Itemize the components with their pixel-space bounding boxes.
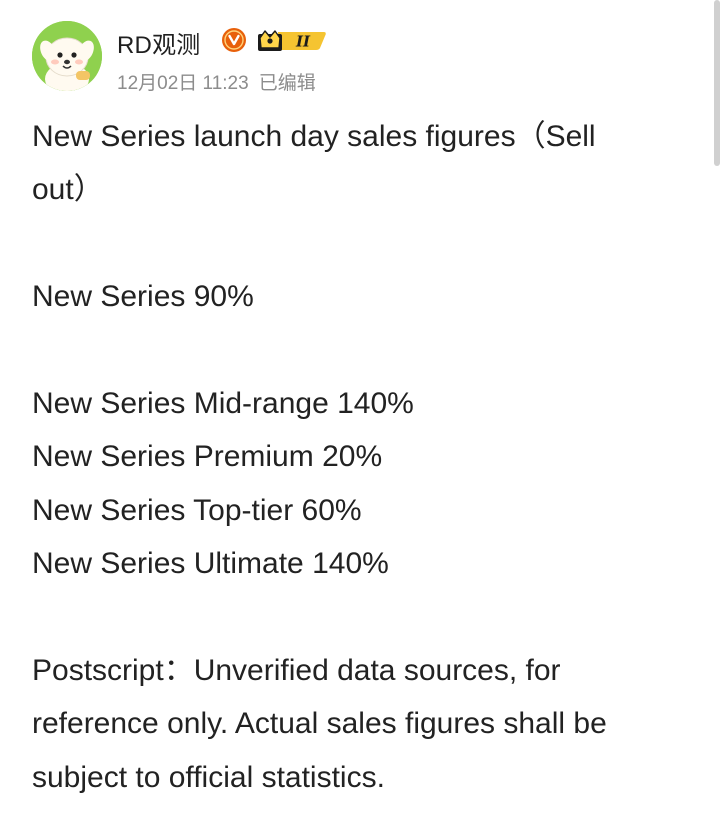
text-line: New Series 90%	[32, 280, 254, 314]
author-name[interactable]: RD观测	[117, 25, 200, 60]
text-line: New Series Premium 20%	[32, 440, 383, 474]
post-text: New Series launch day sales figures（Sell…	[32, 110, 682, 804]
text-line: New Series Mid-range 140%	[32, 387, 414, 420]
text-line: New Series Ultimate 140%	[32, 547, 389, 581]
text-line: out）	[32, 173, 104, 207]
avatar[interactable]	[32, 21, 102, 91]
text-line: subject to official statistics.	[32, 760, 385, 794]
post-meta: 12月02日 11:23 已编辑	[117, 68, 316, 95]
crown-level-badge-icon[interactable]: II	[256, 26, 328, 54]
scrollbar-thumb[interactable]	[714, 0, 720, 166]
post-header: RD观测 II 12月02日 11:23 已编辑	[0, 0, 700, 110]
timestamp: 12月02日 11:23	[117, 73, 249, 94]
verified-badge-icon	[222, 28, 246, 52]
text-line: reference only. Actual sales figures sha…	[32, 707, 607, 741]
text-line: Postscript：Unverified data sources, for	[32, 654, 561, 688]
edited-label[interactable]: 已编辑	[259, 73, 316, 94]
crown-badge-label: II	[295, 33, 311, 51]
cartoon-puppy-avatar-icon	[32, 21, 102, 91]
text-line: New Series Top-tier 60%	[32, 493, 362, 527]
text-line: New Series launch day sales figures（Sell	[32, 120, 596, 153]
